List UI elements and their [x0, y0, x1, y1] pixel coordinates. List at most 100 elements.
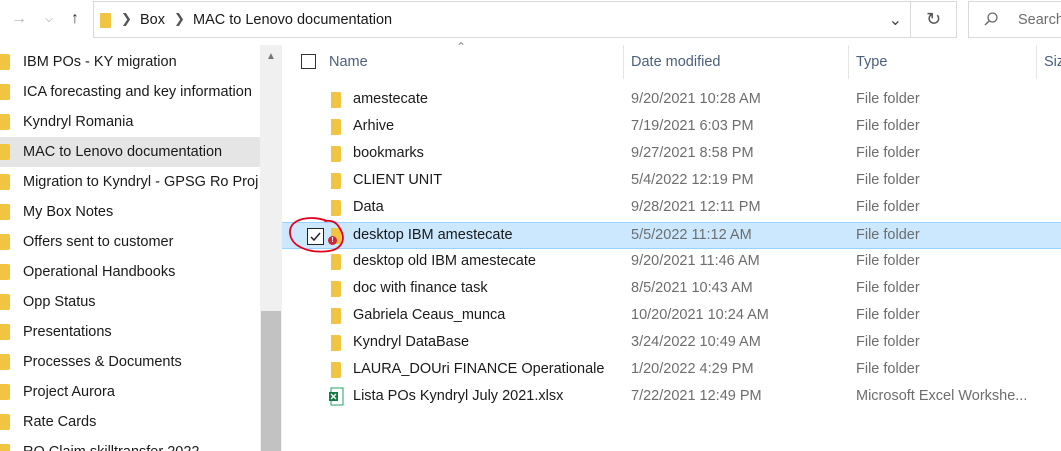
file-row[interactable]: Data 9/28/2021 12:11 PM File folder: [282, 195, 1061, 222]
file-date-modified: 9/28/2021 12:11 PM: [631, 199, 761, 215]
sidebar-item[interactable]: Opp Status: [0, 287, 260, 317]
column-divider[interactable]: [1036, 45, 1037, 79]
sidebar-item[interactable]: Kyndryl Romania: [0, 107, 260, 137]
file-row[interactable]: doc with finance task 8/5/2021 10:43 AM Fi…: [282, 276, 1061, 303]
folder-icon: [0, 384, 10, 400]
sidebar-item[interactable]: Offers sent to customer: [0, 227, 260, 257]
folder-icon: [100, 13, 111, 28]
sidebar-item-label: MAC to Lenovo documentation: [23, 144, 223, 160]
file-row[interactable]: amestecate 9/20/2021 10:28 AM File folder: [282, 87, 1061, 114]
address-bar[interactable]: ❯ Box ❯ MAC to Lenovo documentation ⌄: [93, 1, 911, 38]
sidebar-item-label: ICA forecasting and key information: [23, 84, 252, 100]
file-date-modified: 9/27/2021 8:58 PM: [631, 145, 754, 161]
file-date-modified: 10/20/2021 10:24 AM: [631, 307, 769, 323]
row-checkbox[interactable]: [307, 228, 324, 245]
sidebar-item[interactable]: ICA forecasting and key information: [0, 77, 260, 107]
checkmark-icon: [310, 232, 321, 242]
folder-icon: [0, 84, 10, 100]
file-row[interactable]: bookmarks 9/27/2021 8:58 PM File folder: [282, 141, 1061, 168]
file-type: File folder: [856, 334, 920, 350]
breadcrumb-separator-icon[interactable]: ❯: [121, 11, 132, 27]
file-type: File folder: [856, 227, 920, 243]
file-row[interactable]: LAURA_DOUri FINANCE Operationale 1/20/202…: [282, 357, 1061, 384]
breadcrumb-current-folder[interactable]: MAC to Lenovo documentation: [193, 12, 392, 28]
file-type: File folder: [856, 91, 920, 107]
file-row[interactable]: ! desktop IBM amestecate 5/5/2022 11:12 AM…: [282, 222, 1061, 249]
sidebar-item[interactable]: IBM POs - KY migration: [0, 47, 260, 77]
sidebar-item[interactable]: Presentations: [0, 317, 260, 347]
file-list: ⌃ Name Date modified Type Size amestecat…: [282, 40, 1061, 451]
folder-icon: [331, 119, 341, 135]
folder-icon: [0, 414, 10, 430]
sidebar-item[interactable]: MAC to Lenovo documentation: [0, 137, 260, 167]
file-date-modified: 9/20/2021 11:46 AM: [631, 253, 760, 269]
up-arrow-icon[interactable]: ↑: [64, 8, 86, 30]
column-header-type[interactable]: Type: [856, 45, 887, 79]
sidebar-item[interactable]: Operational Handbooks: [0, 257, 260, 287]
sidebar-item-label: Rate Cards: [23, 414, 97, 430]
sidebar-item[interactable]: My Box Notes: [0, 197, 260, 227]
column-header-name[interactable]: Name: [329, 45, 368, 79]
refresh-button[interactable]: ↻: [911, 1, 957, 38]
file-date-modified: 1/20/2022 4:29 PM: [631, 361, 754, 377]
sidebar-item[interactable]: Processes & Documents: [0, 347, 260, 377]
sidebar-item-label: Migration to Kyndryl - GPSG Ro Proj: [23, 174, 259, 190]
folder-icon: [331, 281, 341, 297]
file-date-modified: 9/20/2021 10:28 AM: [631, 91, 761, 107]
column-header-date-modified[interactable]: Date modified: [631, 45, 720, 79]
address-dropdown-chevron-icon[interactable]: ⌄: [889, 10, 902, 30]
sidebar-item-label: Presentations: [23, 324, 112, 340]
file-name: desktop IBM amestecate: [353, 227, 513, 243]
folder-icon: [331, 254, 341, 270]
file-row[interactable]: Lista POs Kyndryl July 2021.xlsx 7/22/202…: [282, 384, 1061, 411]
file-row[interactable]: desktop old IBM amestecate 9/20/2021 11:4…: [282, 249, 1061, 276]
folder-icon: [0, 174, 10, 190]
column-divider[interactable]: [848, 45, 849, 79]
file-type: File folder: [856, 280, 920, 296]
file-name: Arhive: [353, 118, 395, 134]
file-name: CLIENT UNIT: [353, 172, 443, 188]
scroll-up-arrow-icon[interactable]: ▲: [265, 51, 277, 62]
file-date-modified: 5/5/2022 11:12 AM: [631, 227, 752, 243]
file-type: File folder: [856, 172, 920, 188]
file-type: File folder: [856, 253, 920, 269]
file-type: File folder: [856, 145, 920, 161]
folder-icon: [0, 444, 10, 451]
folder-icon: [0, 204, 10, 220]
folder-icon: [0, 234, 10, 250]
column-divider[interactable]: [623, 45, 624, 79]
column-header-size[interactable]: Size: [1044, 45, 1061, 79]
folder-icon: [0, 324, 10, 340]
recent-locations-chevron-icon[interactable]: ⌵: [38, 8, 60, 30]
refresh-icon: ↻: [925, 9, 942, 29]
file-name: Data: [353, 199, 384, 215]
file-name: Lista POs Kyndryl July 2021.xlsx: [353, 388, 564, 404]
sidebar-item-label: My Box Notes: [23, 204, 114, 220]
folder-icon: [331, 200, 341, 216]
sidebar-item[interactable]: RO Claim skilltransfer 2022: [0, 437, 260, 451]
file-date-modified: 8/5/2021 10:43 AM: [631, 280, 753, 296]
scrollbar-thumb[interactable]: [261, 311, 281, 451]
search-icon: [984, 12, 998, 26]
search-placeholder: Search: [1018, 12, 1061, 28]
sidebar-item-label: Project Aurora: [23, 384, 115, 400]
file-row[interactable]: Arhive 7/19/2021 6:03 PM File folder: [282, 114, 1061, 141]
select-all-checkbox[interactable]: [301, 54, 316, 69]
folder-icon: [331, 335, 341, 351]
folder-icon: [0, 294, 10, 310]
file-type: Microsoft Excel Workshe...: [856, 388, 1028, 404]
breadcrumb-box[interactable]: Box: [140, 12, 165, 28]
sidebar-item[interactable]: Project Aurora: [0, 377, 260, 407]
file-name: Kyndryl DataBase: [353, 334, 470, 350]
search-input[interactable]: Search: [968, 1, 1061, 38]
file-row[interactable]: CLIENT UNIT 5/4/2022 12:19 PM File folder: [282, 168, 1061, 195]
folder-icon: [0, 144, 10, 160]
forward-arrow-icon[interactable]: →: [8, 8, 30, 30]
sidebar-scrollbar[interactable]: ▲: [260, 45, 282, 451]
sidebar-item[interactable]: Rate Cards: [0, 407, 260, 437]
breadcrumb-separator-icon[interactable]: ❯: [174, 11, 185, 27]
file-row[interactable]: Gabriela Ceaus_munca 10/20/2021 10:24 AM F…: [282, 303, 1061, 330]
file-row[interactable]: Kyndryl DataBase 3/24/2022 10:49 AM File f…: [282, 330, 1061, 357]
sidebar-item[interactable]: Migration to Kyndryl - GPSG Ro Proj: [0, 167, 260, 197]
sidebar-item-label: Processes & Documents: [23, 354, 182, 370]
